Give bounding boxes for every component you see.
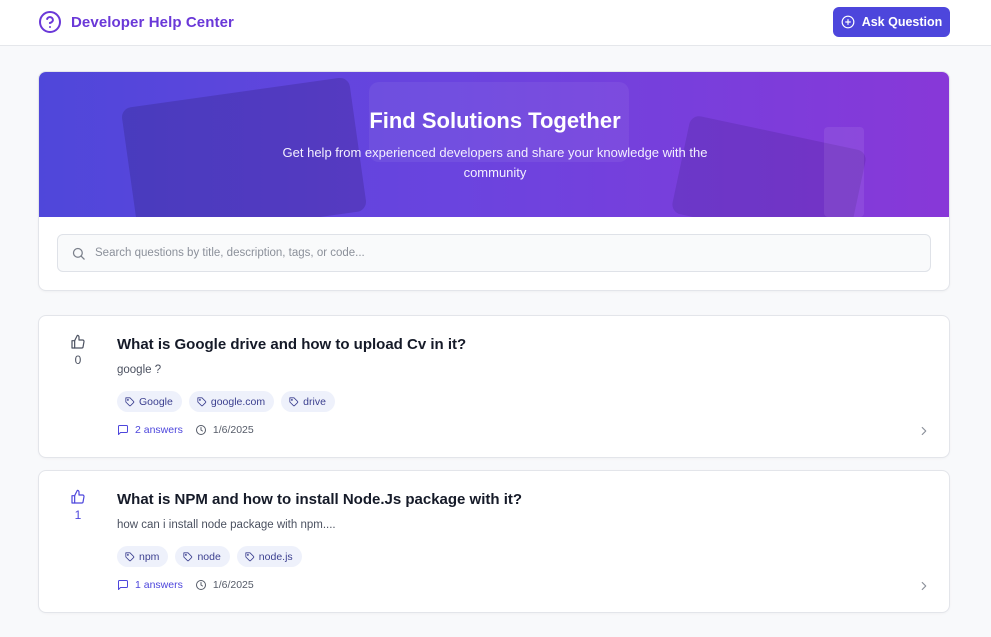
question-card[interactable]: 0 What is Google drive and how to upload… xyxy=(38,315,950,458)
answers-link[interactable]: 2 answers xyxy=(117,424,183,436)
tag-icon xyxy=(289,396,299,406)
brand[interactable]: Developer Help Center xyxy=(38,10,234,34)
question-meta: 2 answers 1/6/2025 xyxy=(117,424,254,436)
question-description: how can i install node package with npm.… xyxy=(117,519,336,531)
tag[interactable]: Google xyxy=(117,391,182,412)
search-icon xyxy=(72,247,85,260)
hero-subtitle: Get help from experienced developers and… xyxy=(282,145,708,180)
search-input[interactable] xyxy=(95,247,895,259)
brand-title: Developer Help Center xyxy=(71,13,234,31)
tag-label: drive xyxy=(303,395,326,408)
tag[interactable]: node.js xyxy=(236,546,302,567)
hero-title: Find Solutions Together xyxy=(369,108,621,133)
tag-icon xyxy=(245,551,255,561)
clock-icon xyxy=(195,425,206,435)
tag-label: node xyxy=(197,550,221,563)
tag-list: npm node node.js xyxy=(117,546,302,567)
answers-count: 1 answers xyxy=(135,579,183,591)
thumbs-up-icon[interactable] xyxy=(70,334,86,350)
chevron-right-icon[interactable] xyxy=(917,424,931,438)
question-date: 1/6/2025 xyxy=(195,424,254,436)
banner-decoration xyxy=(824,127,864,217)
hero-banner: Find Solutions Together Get help from ex… xyxy=(39,72,949,217)
vote-control[interactable]: 1 xyxy=(70,489,86,522)
tag-icon xyxy=(183,551,193,561)
date-label: 1/6/2025 xyxy=(212,424,254,436)
thumbs-up-icon[interactable] xyxy=(70,489,86,505)
message-square-icon xyxy=(118,580,128,590)
tag-icon xyxy=(197,396,207,406)
top-header: Developer Help Center Ask Question xyxy=(0,0,991,46)
search-bar[interactable] xyxy=(57,234,931,272)
help-circle-icon xyxy=(39,11,61,33)
answers-link[interactable]: 1 answers xyxy=(117,579,183,591)
tag-icon xyxy=(125,396,135,406)
question-title[interactable]: What is Google drive and how to upload C… xyxy=(117,336,466,353)
vote-count: 0 xyxy=(74,353,82,367)
vote-control[interactable]: 0 xyxy=(70,334,86,367)
tag-label: google.com xyxy=(210,395,266,408)
question-meta: 1 answers 1/6/2025 xyxy=(117,579,254,591)
tag[interactable]: drive xyxy=(281,391,335,412)
message-square-icon xyxy=(118,425,128,435)
tag-label: node.js xyxy=(258,550,293,563)
tag-icon xyxy=(125,551,135,561)
ask-question-label: Ask Question xyxy=(861,15,943,29)
question-date: 1/6/2025 xyxy=(195,579,254,591)
ask-question-button[interactable]: Ask Question xyxy=(833,7,950,37)
answers-count: 2 answers xyxy=(135,424,183,436)
question-card[interactable]: 1 What is NPM and how to install Node.Js… xyxy=(38,470,950,613)
tag[interactable]: node xyxy=(175,546,230,567)
tag[interactable]: google.com xyxy=(188,391,275,412)
tag-label: npm xyxy=(139,550,160,563)
clock-icon xyxy=(195,580,206,590)
vote-count: 1 xyxy=(74,508,82,522)
question-description: google ? xyxy=(117,364,162,376)
tag-list: Google google.com drive xyxy=(117,391,335,412)
chevron-right-icon[interactable] xyxy=(917,579,931,593)
question-title[interactable]: What is NPM and how to install Node.Js p… xyxy=(117,491,522,508)
plus-circle-icon xyxy=(841,15,855,29)
hero-card: Find Solutions Together Get help from ex… xyxy=(38,71,950,291)
date-label: 1/6/2025 xyxy=(212,579,254,591)
tag-label: Google xyxy=(139,395,173,408)
tag[interactable]: npm xyxy=(117,546,169,567)
